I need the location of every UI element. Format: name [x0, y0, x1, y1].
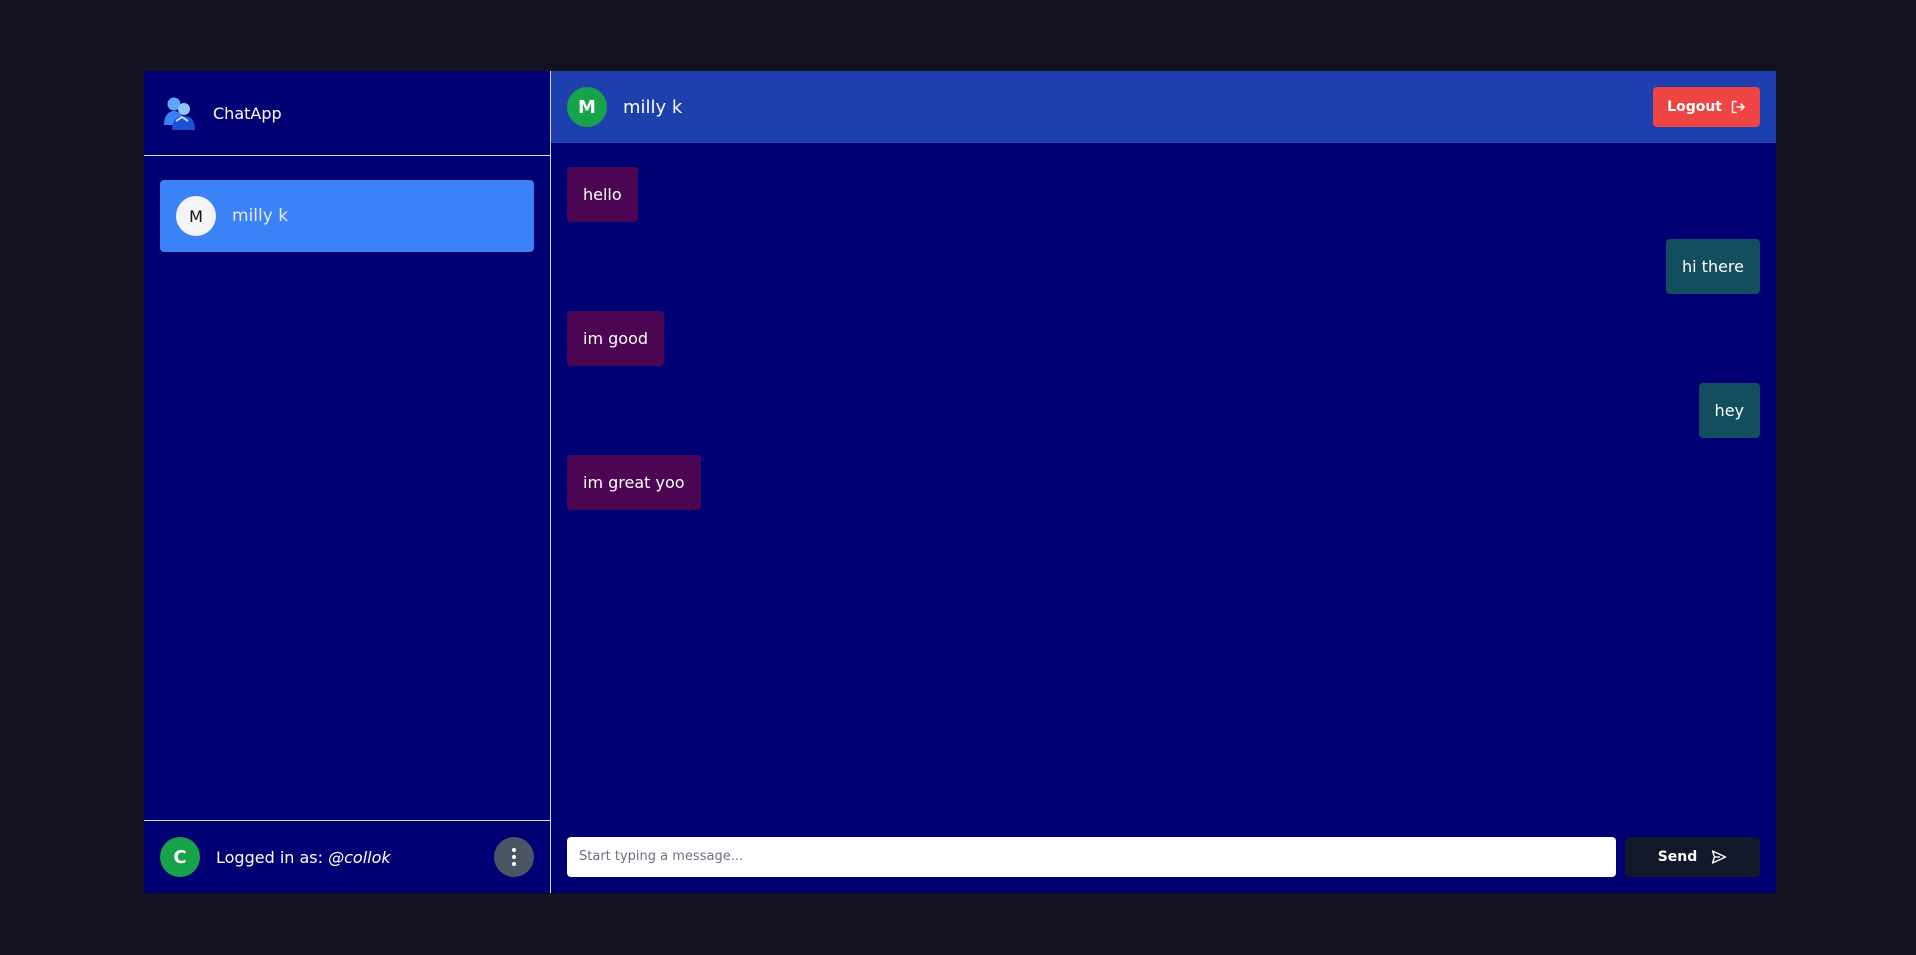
send-button[interactable]: Send [1625, 836, 1760, 877]
logout-label: Logout [1667, 99, 1722, 115]
chat-app-window: ChatApp M milly k C Logged in as: @collo… [144, 71, 1776, 893]
sidebar-header: ChatApp [144, 71, 550, 156]
peer-avatar: M [567, 87, 607, 127]
send-label: Send [1657, 848, 1698, 865]
logged-in-label: Logged in as: [216, 847, 324, 867]
paper-plane-icon [1712, 849, 1727, 864]
chat-users-logo-icon [164, 97, 195, 130]
message-bubble-incoming: im great yoo [567, 455, 701, 510]
more-options-button[interactable] [494, 837, 534, 877]
sidebar-footer: C Logged in as: @collok [144, 820, 550, 893]
logout-arrow-icon [1731, 100, 1745, 114]
vertical-dots-icon [512, 855, 516, 859]
sidebar: ChatApp M milly k C Logged in as: @collo… [144, 71, 551, 893]
vertical-dots-icon [512, 862, 516, 866]
conversation-name: milly k [232, 206, 289, 226]
current-user-avatar: C [160, 837, 200, 877]
message-bubble-outgoing: hi there [1666, 239, 1760, 294]
conversation-list: M milly k [144, 156, 550, 820]
avatar: M [176, 196, 216, 236]
message-bubble-incoming: hello [567, 167, 638, 222]
message-input[interactable] [567, 836, 1616, 877]
conversation-item-milly-k[interactable]: M milly k [160, 180, 534, 252]
chat-header: M milly k Logout [551, 71, 1776, 143]
logged-in-status: Logged in as: @collok [216, 848, 494, 867]
current-user-handle: @collok [328, 847, 391, 867]
chat-panel: M milly k Logout hello hi there im good … [551, 71, 1776, 893]
vertical-dots-icon [512, 848, 516, 852]
message-bubble-outgoing: hey [1698, 383, 1760, 438]
peer-name: milly k [623, 96, 683, 118]
message-list: hello hi there im good hey im great yoo [551, 143, 1776, 820]
app-title: ChatApp [213, 103, 282, 123]
message-bubble-incoming: im good [567, 311, 665, 366]
logout-button[interactable]: Logout [1653, 87, 1760, 127]
message-composer: Send [551, 820, 1776, 893]
